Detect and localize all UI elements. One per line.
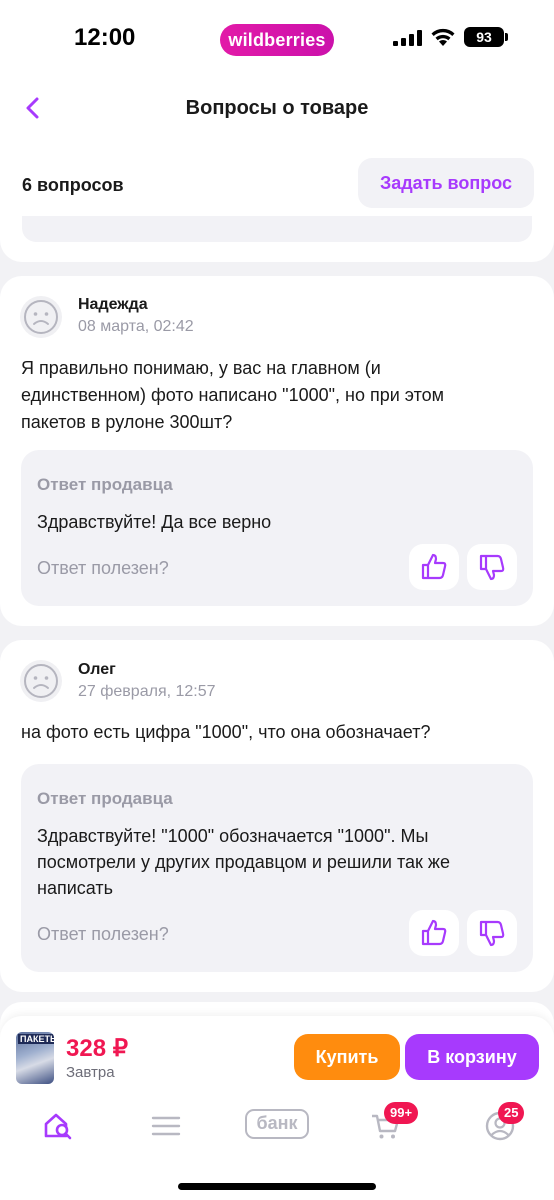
helpful-label: Ответ полезен? <box>37 924 169 944</box>
question-card: Надежда 08 марта, 02:42 Я правильно пони… <box>0 276 554 626</box>
dislike-button[interactable] <box>467 544 517 590</box>
dislike-button[interactable] <box>467 910 517 956</box>
answer-line: написать <box>37 878 113 898</box>
wifi-icon <box>431 28 455 46</box>
previous-question-card <box>0 216 554 262</box>
add-to-cart-button[interactable]: В корзину <box>405 1034 539 1080</box>
thumbs-down-icon <box>479 554 505 581</box>
question-line: пакетов в рулоне 300шт? <box>21 412 233 432</box>
nav-bank[interactable]: банк <box>245 1109 309 1139</box>
delivery-date: Завтра <box>66 1064 115 1081</box>
battery-indicator: 93 <box>464 27 504 47</box>
answer-text: Здравствуйте! "1000" обозначается "1000"… <box>37 823 507 901</box>
seller-answer: Ответ продавца Здравствуйте! "1000" обоз… <box>21 764 533 972</box>
nav-home[interactable] <box>36 1092 80 1140</box>
avatar <box>20 296 62 338</box>
home-indicator <box>178 1183 376 1190</box>
answer-line: посмотрели у других продавцом и решили т… <box>37 852 450 872</box>
ask-question-button[interactable]: Задать вопрос <box>358 158 534 208</box>
user-avatar-icon <box>24 664 58 698</box>
question-line: на фото есть цифра "1000", что она обозн… <box>21 722 431 742</box>
like-button[interactable] <box>409 910 459 956</box>
answer-line: Здравствуйте! "1000" обозначается "1000"… <box>37 826 429 846</box>
like-button[interactable] <box>409 544 459 590</box>
product-action-bar: ПАКЕТЫ 328 ₽ Завтра Купить В корзину <box>0 1016 554 1200</box>
cart-badge: 99+ <box>384 1102 419 1124</box>
thumbs-up-icon <box>421 553 447 580</box>
question-text: Я правильно понимаю, у вас на главном (и… <box>21 355 541 436</box>
question-author: Надежда <box>78 296 148 313</box>
signal-icon <box>393 30 422 46</box>
brand-logo: wildberries <box>220 24 334 56</box>
answer-line: Здравствуйте! Да все верно <box>37 512 272 532</box>
battery-tip <box>505 33 508 41</box>
question-line: единственном) фото написано "1000", но п… <box>21 385 444 405</box>
question-count: 6 вопросов <box>22 175 124 195</box>
menu-icon <box>151 1116 181 1136</box>
question-date: 27 февраля, 12:57 <box>78 683 216 700</box>
helpful-label: Ответ полезен? <box>37 558 169 578</box>
thumbs-up-icon <box>421 919 447 946</box>
question-author: Олег <box>78 661 116 678</box>
status-time: 12:00 <box>74 24 136 51</box>
thumbnail-label: ПАКЕТЫ <box>18 1034 54 1044</box>
answer-title: Ответ продавца <box>37 789 173 808</box>
home-search-icon <box>44 1113 72 1140</box>
question-text: на фото есть цифра "1000", что она обозн… <box>21 719 541 746</box>
page-title: Вопросы о товаре <box>185 97 369 119</box>
page-header: Вопросы о товаре 6 вопросов Задать вопро… <box>0 80 554 216</box>
seller-answer: Ответ продавца Здравствуйте! Да все верн… <box>21 450 533 606</box>
user-avatar-icon <box>24 300 58 334</box>
thumbs-down-icon <box>479 920 505 947</box>
question-date: 08 марта, 02:42 <box>78 318 194 335</box>
avatar <box>20 660 62 702</box>
profile-badge: 25 <box>498 1102 525 1124</box>
previous-answer-box <box>22 216 532 242</box>
question-card: Олег 27 февраля, 12:57 на фото есть цифр… <box>0 640 554 992</box>
product-thumbnail[interactable]: ПАКЕТЫ <box>16 1032 54 1084</box>
nav-catalog[interactable] <box>144 1092 188 1136</box>
answer-text: Здравствуйте! Да все верно <box>37 509 507 535</box>
question-line: Я правильно понимаю, у вас на главном (и <box>21 358 381 378</box>
answer-title: Ответ продавца <box>37 475 173 494</box>
buy-now-button[interactable]: Купить <box>294 1034 400 1080</box>
product-price: 328 ₽ <box>66 1035 128 1062</box>
status-bar: 12:00 wildberries 93 <box>0 0 554 80</box>
